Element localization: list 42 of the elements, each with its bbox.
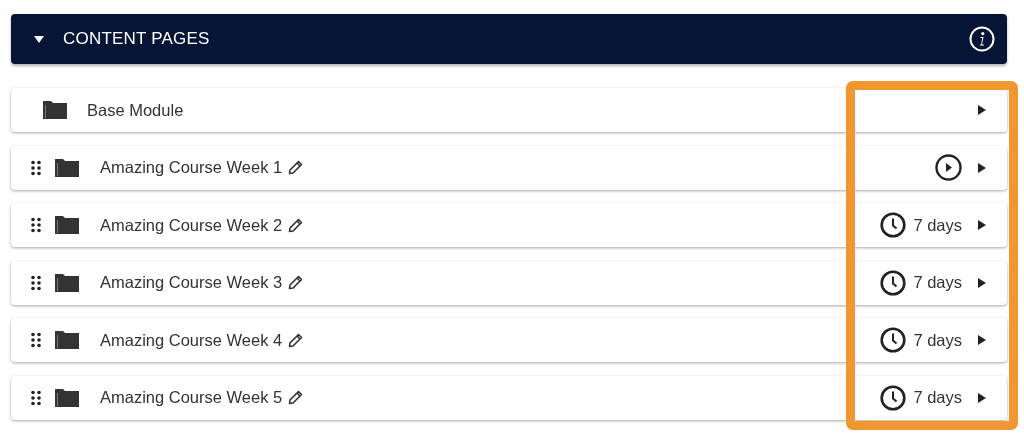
expand-arrow-icon[interactable] bbox=[978, 277, 986, 288]
page-title: Amazing Course Week 2 bbox=[100, 215, 283, 235]
duration-text: 7 days bbox=[913, 330, 962, 350]
page-row[interactable]: Amazing Course Week 5 7 days bbox=[11, 375, 1007, 420]
drag-handle-icon[interactable] bbox=[31, 217, 41, 233]
folder-icon bbox=[55, 331, 79, 349]
section-header[interactable]: CONTENT PAGES bbox=[11, 14, 1007, 64]
folder-icon bbox=[55, 273, 79, 292]
page-title: Amazing Course Week 3 bbox=[100, 273, 283, 292]
page-title: Amazing Course Week 4 bbox=[100, 330, 283, 350]
drag-handle-icon[interactable] bbox=[31, 159, 41, 176]
folder-icon bbox=[55, 216, 79, 234]
page-row[interactable]: Amazing Course Week 4 7 days bbox=[11, 318, 1007, 362]
expand-arrow-icon[interactable] bbox=[978, 392, 986, 403]
page-title: Base Module bbox=[87, 100, 184, 120]
pencil-icon[interactable] bbox=[288, 160, 304, 175]
play-circle-icon[interactable] bbox=[935, 154, 962, 181]
drag-handle-icon[interactable] bbox=[31, 332, 41, 348]
pencil-icon[interactable] bbox=[288, 332, 304, 348]
pencil-icon[interactable] bbox=[288, 390, 304, 405]
page-title: Amazing Course Week 1 bbox=[100, 158, 283, 177]
duration-text: 7 days bbox=[913, 388, 962, 407]
expand-arrow-icon[interactable] bbox=[978, 105, 986, 115]
pencil-icon[interactable] bbox=[288, 217, 304, 233]
expand-arrow-icon[interactable] bbox=[978, 335, 986, 345]
drag-handle-icon[interactable] bbox=[31, 389, 41, 406]
page-row[interactable]: Base Module bbox=[11, 88, 1007, 132]
drag-handle-icon[interactable] bbox=[31, 274, 41, 291]
duration-text: 7 days bbox=[913, 215, 962, 235]
info-icon[interactable] bbox=[969, 26, 995, 52]
page-row[interactable]: Amazing Course Week 2 7 days bbox=[11, 203, 1007, 247]
expand-arrow-icon[interactable] bbox=[978, 162, 986, 173]
page-row[interactable]: Amazing Course Week 3 7 days bbox=[11, 260, 1007, 305]
folder-icon bbox=[55, 158, 79, 177]
folder-icon bbox=[43, 101, 67, 119]
section-title: CONTENT PAGES bbox=[63, 29, 210, 49]
page-row[interactable]: Amazing Course Week 1 bbox=[11, 145, 1007, 190]
folder-icon bbox=[55, 388, 79, 407]
duration-text: 7 days bbox=[913, 273, 962, 292]
pencil-icon[interactable] bbox=[288, 275, 304, 290]
expand-arrow-icon[interactable] bbox=[978, 220, 986, 230]
page-title: Amazing Course Week 5 bbox=[100, 388, 283, 407]
